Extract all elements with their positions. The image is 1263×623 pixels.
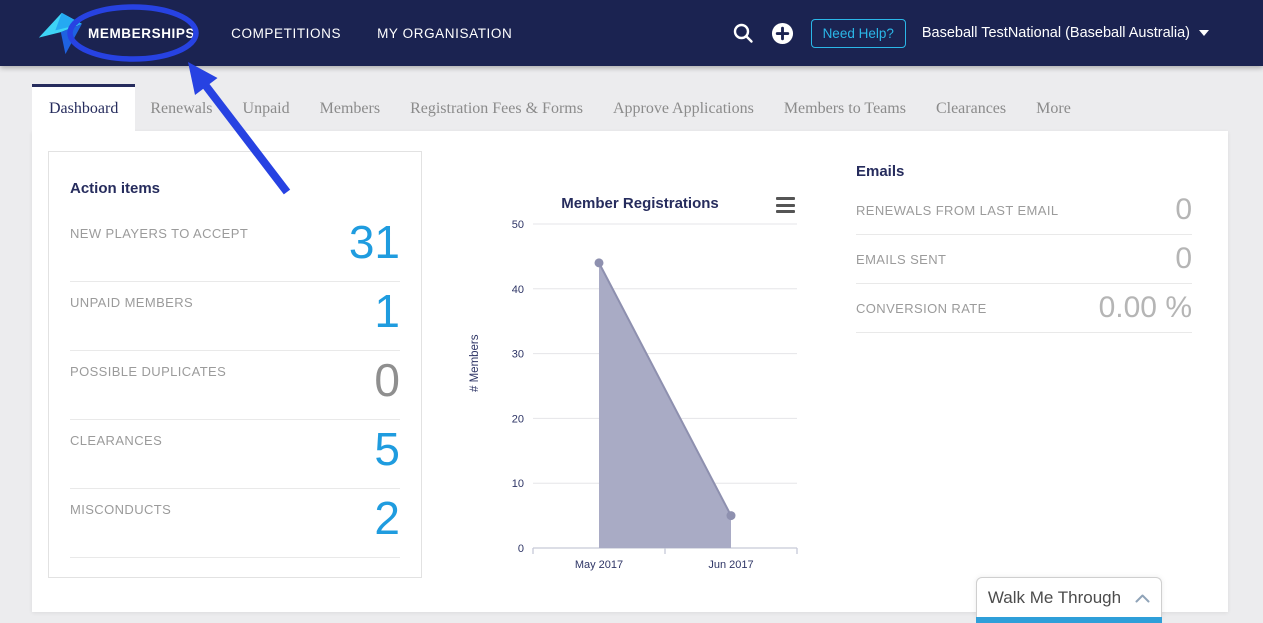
- action-item-label: POSSIBLE DUPLICATES: [70, 364, 227, 379]
- emails-section: Emails RENEWALS FROM LAST EMAIL 0 EMAILS…: [856, 163, 1192, 333]
- svg-text:Jun 2017: Jun 2017: [708, 559, 753, 571]
- tab-registration-fees-forms[interactable]: Registration Fees & Forms: [395, 87, 598, 131]
- svg-text:50: 50: [512, 219, 524, 231]
- svg-text:0: 0: [518, 543, 524, 555]
- chart-y-axis-label: # Members: [469, 334, 481, 392]
- svg-text:40: 40: [512, 284, 524, 296]
- emails-row-label: CONVERSION RATE: [856, 300, 987, 316]
- main-nav: MEMBERSHIPS COMPETITIONS MY ORGANISATION: [88, 0, 512, 66]
- emails-row-sent: EMAILS SENT 0: [856, 235, 1192, 284]
- action-item-misconducts[interactable]: MISCONDUCTS 2: [70, 489, 400, 558]
- walk-me-through-label: Walk Me Through: [987, 588, 1122, 607]
- svg-text:20: 20: [512, 413, 524, 425]
- hamburger-icon[interactable]: [776, 197, 795, 213]
- organisation-selector[interactable]: Baseball TestNational (Baseball Australi…: [922, 25, 1209, 41]
- tab-clearances[interactable]: Clearances: [921, 87, 1021, 131]
- emails-row-label: RENEWALS FROM LAST EMAIL: [856, 202, 1059, 218]
- emails-row-value: 0: [1175, 242, 1192, 275]
- member-registrations-chart: Member Registrations # Members 0 10 20 30 40…: [469, 190, 810, 582]
- action-item-count: 2: [374, 492, 400, 544]
- nav-item-memberships[interactable]: MEMBERSHIPS: [88, 26, 195, 41]
- action-item-unpaid-members[interactable]: UNPAID MEMBERS 1: [70, 282, 400, 351]
- action-item-count: 0: [374, 354, 400, 406]
- gameday-logo-icon[interactable]: [36, 12, 82, 56]
- tab-unpaid[interactable]: Unpaid: [228, 87, 305, 131]
- action-item-possible-duplicates[interactable]: POSSIBLE DUPLICATES 0: [70, 351, 400, 420]
- action-item-label: UNPAID MEMBERS: [70, 295, 194, 310]
- walk-me-through-button[interactable]: Walk Me Through: [976, 577, 1162, 623]
- emails-row-value: 0: [1175, 193, 1192, 226]
- caret-down-icon: [1199, 30, 1209, 36]
- chart-plot-area: 0 10 20 30 40 50 May 2017 Jun 2017: [512, 219, 798, 571]
- tab-renewals[interactable]: Renewals: [135, 87, 227, 131]
- svg-text:10: 10: [512, 478, 524, 490]
- navbar-right: Need Help? Baseball TestNational (Baseba…: [731, 0, 1209, 66]
- action-item-label: NEW PLAYERS TO ACCEPT: [70, 226, 249, 241]
- tab-approve-applications[interactable]: Approve Applications: [598, 87, 769, 131]
- tab-members[interactable]: Members: [305, 87, 395, 131]
- action-item-label: MISCONDUCTS: [70, 502, 172, 517]
- action-item-new-players[interactable]: NEW PLAYERS TO ACCEPT 31: [70, 213, 400, 282]
- action-item-count: 1: [374, 285, 400, 337]
- tab-dashboard[interactable]: Dashboard: [32, 84, 136, 131]
- action-items-card: Action items NEW PLAYERS TO ACCEPT 31 UN…: [48, 151, 422, 578]
- organisation-name: Baseball TestNational (Baseball Australi…: [921, 25, 1190, 41]
- tab-members-to-teams[interactable]: Members to Teams: [769, 87, 921, 131]
- action-item-count: 5: [374, 423, 400, 475]
- svg-text:May 2017: May 2017: [575, 559, 623, 571]
- emails-row-value: 0.00 %: [1098, 291, 1192, 324]
- top-navbar: MEMBERSHIPS COMPETITIONS MY ORGANISATION…: [0, 0, 1263, 66]
- nav-item-my-organisation[interactable]: MY ORGANISATION: [377, 26, 512, 41]
- tab-more[interactable]: More: [1021, 87, 1086, 131]
- emails-title: Emails: [856, 163, 905, 180]
- emails-row-conversion: CONVERSION RATE 0.00 %: [856, 284, 1192, 333]
- need-help-button[interactable]: Need Help?: [810, 18, 906, 48]
- section-tabs: Dashboard Renewals Unpaid Members Regist…: [32, 66, 1086, 131]
- chart-title: Member Registrations: [561, 195, 719, 212]
- add-icon[interactable]: [771, 21, 795, 45]
- action-item-count: 31: [348, 216, 400, 268]
- action-items-title: Action items: [70, 180, 161, 197]
- emails-row-label: EMAILS SENT: [856, 251, 947, 267]
- action-item-clearances[interactable]: CLEARANCES 5: [70, 420, 400, 489]
- nav-item-competitions[interactable]: COMPETITIONS: [231, 26, 341, 41]
- action-item-label: CLEARANCES: [70, 433, 163, 448]
- search-icon[interactable]: [731, 21, 755, 45]
- chevron-up-icon: [1135, 594, 1150, 602]
- emails-row-renewals: RENEWALS FROM LAST EMAIL 0: [856, 186, 1192, 235]
- svg-text:30: 30: [512, 349, 524, 361]
